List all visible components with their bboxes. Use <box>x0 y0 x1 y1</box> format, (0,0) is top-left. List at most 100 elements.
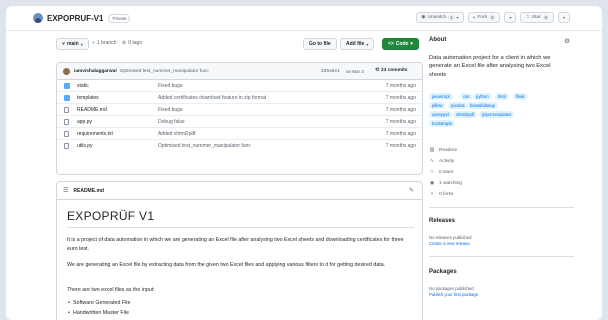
star-icon: ☆ <box>429 169 435 175</box>
readme-paragraph-1: It is a project of data automation in wh… <box>67 237 404 252</box>
topic-tag[interactable]: pandas <box>448 102 468 109</box>
add-file-button[interactable]: Add file ▾ <box>340 38 375 50</box>
file-commit-message[interactable]: Optimised test_nummer_manipulator func <box>158 143 251 149</box>
gear-icon[interactable]: ⚙ <box>564 37 570 45</box>
topic-tag[interactable]: javascript <box>429 93 453 100</box>
watch-count: 1 <box>448 15 455 20</box>
readme-link[interactable]: ▥ Readme <box>429 147 458 153</box>
add-file-label: Add file <box>346 41 365 47</box>
repo-name[interactable]: EXPOPRUF-V1 <box>47 14 103 23</box>
topic-tag[interactable]: xhtml2pdf <box>453 111 478 118</box>
unwatch-label: Unwatch <box>427 15 447 20</box>
file-name[interactable]: templates <box>77 95 99 101</box>
star-dropdown-button[interactable]: ▾ <box>557 12 570 23</box>
tags-count: 0 tags <box>128 40 142 46</box>
code-icon: <> <box>388 41 394 47</box>
packages-title[interactable]: Packages <box>429 269 457 275</box>
unwatch-button[interactable]: ◉ Unwatch 1 ▾ <box>416 12 464 23</box>
file-name[interactable]: README.md <box>77 107 107 113</box>
topic-tag[interactable]: flask <box>513 93 528 100</box>
file-date: 7 months ago <box>385 119 416 125</box>
about-description: Data automation project for a client in … <box>429 55 551 78</box>
file-commit-message[interactable]: Fixed bugs <box>158 83 182 89</box>
watching-label: 1 watching <box>439 180 462 186</box>
eye-icon: ◉ <box>421 15 426 20</box>
file-date: 7 months ago <box>385 95 416 101</box>
list-icon[interactable]: ☰ <box>63 187 68 194</box>
owner-avatar[interactable] <box>33 13 43 23</box>
topic-tag[interactable]: beautifulsoup <box>467 102 498 109</box>
file-row[interactable]: README.md Fixed bugs 7 months ago <box>57 104 422 116</box>
folder-icon <box>64 83 70 89</box>
create-release-link[interactable]: Create a new release <box>429 241 470 246</box>
branches-link[interactable]: ⑂ 1 branch <box>92 40 116 46</box>
fork-button[interactable]: ⑂ Fork 0 <box>467 12 501 23</box>
topic-tag[interactable]: bootstrap5 <box>429 120 455 127</box>
topic-tag[interactable]: openpyxl <box>429 111 452 118</box>
file-commit-message[interactable]: Fixed bugs <box>158 107 182 113</box>
packages-empty: No packages published <box>429 286 474 291</box>
pencil-icon[interactable]: ✎ <box>409 187 414 194</box>
repo-page: EXPOPRUF-V1 Private ◉ Unwatch 1 ▾ ⑂ Fork… <box>6 6 602 320</box>
readme-heading: EXPOPRÜF V1 <box>67 209 155 223</box>
code-button[interactable]: <> Code ▾ <box>382 38 419 50</box>
fork-dropdown-button[interactable]: ▾ <box>504 12 517 23</box>
topic-tag[interactable]: html <box>495 93 509 100</box>
commits-count: 23 commits <box>381 68 408 73</box>
topic-tag[interactable]: css <box>460 93 473 100</box>
file-date: 7 months ago <box>385 143 416 149</box>
file-row[interactable]: app.py Debug false 7 months ago <box>57 116 422 128</box>
fork-label: Fork <box>477 15 488 20</box>
commits-link[interactable]: ⟲ 23 commits <box>375 68 407 73</box>
pulse-icon: ∿ <box>429 158 435 164</box>
file-row[interactable]: requirements.txt Added xhtml2pdf 7 months … <box>57 128 422 140</box>
branch-name: main <box>67 41 79 47</box>
releases-title[interactable]: Releases <box>429 218 455 224</box>
file-commit-message[interactable]: Added xhtml2pdf <box>158 131 196 137</box>
heading-divider <box>67 227 414 228</box>
readme-list-item: Handwritten Master File <box>68 310 129 316</box>
book-icon: ▥ <box>429 147 435 153</box>
author-avatar[interactable] <box>63 67 70 75</box>
forks-link[interactable]: ⑂ 0 forks <box>429 191 453 197</box>
branches-count: 1 branch <box>97 40 117 46</box>
commit-author[interactable]: iamvishalaggarwal <box>74 69 117 74</box>
file-name[interactable]: requirements.txt <box>77 131 113 137</box>
file-icon <box>64 107 69 113</box>
chevron-down-icon: ▾ <box>80 41 83 47</box>
file-name[interactable]: static <box>77 83 89 89</box>
activity-link[interactable]: ∿ Activity <box>429 158 454 164</box>
fork-icon: ⑂ <box>430 191 434 197</box>
file-name[interactable]: app.py <box>77 119 92 125</box>
readme-paragraph-2: We are generating an Excel file by extra… <box>67 262 386 268</box>
about-title: About <box>429 37 447 43</box>
publish-package-link[interactable]: Publish your first package <box>429 292 478 297</box>
readme-panel: ☰ README.md ✎ EXPOPRÜF V1 It is a projec… <box>56 181 423 320</box>
readme-header: ☰ README.md ✎ <box>57 182 422 200</box>
file-row[interactable]: templates Added certificates download fea… <box>57 92 422 104</box>
branch-selector[interactable]: ⑂ main ▾ <box>56 38 89 50</box>
file-name[interactable]: utils.py <box>77 143 93 149</box>
stars-label: 0 stars <box>439 169 454 175</box>
file-commit-message[interactable]: Debug false <box>158 119 185 125</box>
tags-link[interactable]: ⊘ 0 tags <box>122 40 142 46</box>
file-row[interactable]: static Fixed bugs 7 months ago <box>57 80 422 92</box>
readme-filename: README.md <box>73 187 104 194</box>
topic-tag[interactable]: pillow <box>429 102 446 109</box>
commit-date: on Mar 3 <box>346 69 364 74</box>
chevron-down-icon: ▾ <box>509 15 512 20</box>
stars-link[interactable]: ☆ 0 stars <box>429 169 454 175</box>
topic-tag[interactable]: jinja2-templates <box>479 111 515 118</box>
history-icon: ⟲ <box>375 68 380 73</box>
file-row[interactable]: utils.py Optimised test_nummer_manipulato… <box>57 140 422 152</box>
watchers-link[interactable]: ◉ 1 watching <box>429 180 462 186</box>
file-icon <box>64 131 69 137</box>
go-to-file-button[interactable]: Go to file <box>303 38 337 50</box>
commit-message[interactable]: Optimised test_nummer_manipulator func <box>120 69 209 74</box>
file-commit-message[interactable]: Added certificates download feature in z… <box>158 95 266 101</box>
chevron-down-icon: ▾ <box>366 41 369 47</box>
commit-hash[interactable]: 285a6e1 <box>321 69 340 74</box>
topic-tag[interactable]: python <box>473 93 492 100</box>
star-count: 0 <box>542 15 549 20</box>
star-button[interactable]: ☆ Star 0 <box>520 12 554 23</box>
